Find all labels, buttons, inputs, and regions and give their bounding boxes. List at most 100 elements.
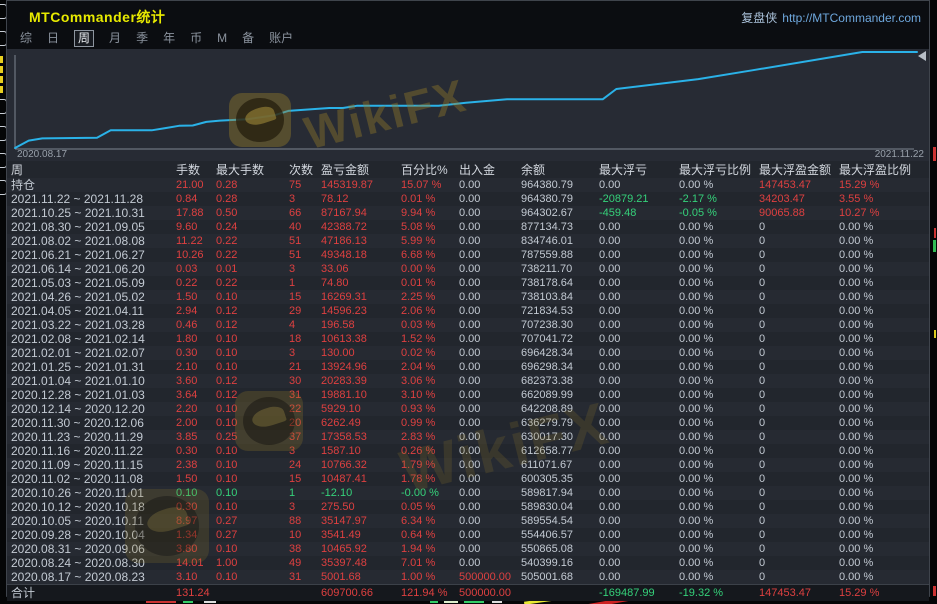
table-cell: -169487.99 <box>599 585 679 601</box>
table-cell: 0.00 % <box>839 542 929 556</box>
table-cell: 0.00 % <box>839 318 929 332</box>
table-cell: 0 <box>759 374 839 388</box>
table-cell: 0.24 <box>216 220 289 234</box>
table-cell: 131.24 <box>176 585 216 601</box>
table-cell: 51 <box>289 234 321 248</box>
table-cell: 1 <box>289 276 321 290</box>
table-cell: 738211.70 <box>521 262 599 276</box>
table-cell: 47186.13 <box>321 234 401 248</box>
table-row[interactable]: 2021.08.30 ~ 2021.09.059.600.244042388.7… <box>7 220 929 234</box>
table-row[interactable]: 2021.08.02 ~ 2021.08.0811.220.225147186.… <box>7 234 929 248</box>
table-row[interactable]: 2020.12.14 ~ 2020.12.202.200.10225929.10… <box>7 402 929 416</box>
brand-url-link[interactable]: http://MTCommander.com <box>782 11 921 25</box>
table-row[interactable]: 2021.06.21 ~ 2021.06.2710.260.225149348.… <box>7 248 929 262</box>
menu-item-综[interactable]: 综 <box>20 31 32 46</box>
background-candle-mark <box>933 147 936 161</box>
menu-item-日[interactable]: 日 <box>47 31 59 46</box>
table-row[interactable]: 2021.03.22 ~ 2021.03.280.460.124196.580.… <box>7 318 929 332</box>
table-row[interactable]: 2021.04.26 ~ 2021.05.021.500.101516269.3… <box>7 290 929 304</box>
table-cell: 540399.16 <box>521 556 599 570</box>
table-row[interactable]: 2021.02.08 ~ 2021.02.141.800.101810613.3… <box>7 332 929 346</box>
menu-item-月[interactable]: 月 <box>109 31 121 46</box>
table-cell: 0.00 <box>599 556 679 570</box>
table-cell: 2021.08.02 ~ 2021.08.08 <box>11 234 176 248</box>
table-cell: 0.28 <box>216 192 289 206</box>
menu-item-年[interactable]: 年 <box>163 31 175 46</box>
table-cell: 1 <box>289 486 321 500</box>
table-cell: 15 <box>289 472 321 486</box>
background-candle-mark <box>934 228 936 238</box>
table-row[interactable]: 2021.01.25 ~ 2021.01.312.100.102113924.9… <box>7 360 929 374</box>
table-cell: 3.10 <box>176 570 216 584</box>
table-cell: 0.00 <box>459 346 521 360</box>
table-row[interactable]: 2021.05.03 ~ 2021.05.090.220.22174.800.0… <box>7 276 929 290</box>
table-cell: 5001.68 <box>321 570 401 584</box>
table-cell: 964380.79 <box>521 192 599 206</box>
column-header: 周 <box>11 163 176 178</box>
table-row[interactable]: 2021.04.05 ~ 2021.04.112.940.122914596.2… <box>7 304 929 318</box>
table-row[interactable]: 2020.12.28 ~ 2021.01.033.640.123119881.1… <box>7 388 929 402</box>
table-cell: 0.00 % <box>839 430 929 444</box>
stats-table: 周手数最大手数次数盈亏金额百分比%出入金余额最大浮亏最大浮亏比例最大浮盈金额最大… <box>7 161 929 598</box>
table-cell: 0.00 % <box>679 276 759 290</box>
chart-edge-arrow-icon[interactable] <box>918 51 926 61</box>
table-cell: 0.00 % <box>679 360 759 374</box>
table-row[interactable]: 持仓21.000.2875145319.8715.07 %0.00964380.… <box>7 178 929 192</box>
menu-item-币[interactable]: 币 <box>190 31 202 46</box>
table-row[interactable]: 2021.10.25 ~ 2021.10.3117.880.506687167.… <box>7 206 929 220</box>
table-row[interactable]: 2021.01.04 ~ 2021.01.103.600.123020283.3… <box>7 374 929 388</box>
table-cell: 0.00 % <box>401 262 459 276</box>
table-cell: 0.00 % <box>839 388 929 402</box>
table-cell: 738178.64 <box>521 276 599 290</box>
table-cell: 10.27 % <box>839 206 929 220</box>
table-cell: 0.00 <box>599 304 679 318</box>
table-cell: 0.00 % <box>679 416 759 430</box>
menu-item-周[interactable]: 周 <box>74 30 94 47</box>
table-cell: 0.00 <box>599 486 679 500</box>
menu-item-M[interactable]: M <box>217 31 227 46</box>
table-cell: 3.64 <box>176 388 216 402</box>
table-cell: 0.00 % <box>679 234 759 248</box>
menu-item-季[interactable]: 季 <box>136 31 148 46</box>
table-cell: 0 <box>759 346 839 360</box>
table-cell: 2020.11.30 ~ 2020.12.06 <box>11 416 176 430</box>
table-cell: 0.46 <box>176 318 216 332</box>
table-row[interactable]: 2021.11.22 ~ 2021.11.280.840.28378.120.0… <box>7 192 929 206</box>
background-toolbar-mark <box>0 66 3 73</box>
table-cell: 15 <box>289 290 321 304</box>
table-cell: 0 <box>759 262 839 276</box>
table-cell: 964302.67 <box>521 206 599 220</box>
table-cell: 0 <box>759 416 839 430</box>
table-row[interactable]: 2021.02.01 ~ 2021.02.070.300.103130.000.… <box>7 346 929 360</box>
table-cell: 0.50 <box>216 206 289 220</box>
column-header: 手数 <box>176 163 216 178</box>
table-cell: 2020.11.16 ~ 2020.11.22 <box>11 444 176 458</box>
table-cell: 0.00 % <box>679 290 759 304</box>
table-cell: 0.00 <box>599 472 679 486</box>
table-cell: 0.00 % <box>679 556 759 570</box>
table-cell: 147453.47 <box>759 178 839 192</box>
window-title-bar[interactable]: MTCommander统计 复盘侠http://MTCommander.com <box>7 1 929 29</box>
table-cell: 5929.10 <box>321 402 401 416</box>
table-cell: 0.01 <box>216 262 289 276</box>
table-cell: 1.50 <box>176 290 216 304</box>
table-cell: 505001.68 <box>521 570 599 584</box>
menu-item-备[interactable]: 备 <box>242 31 254 46</box>
table-row[interactable]: 2021.06.14 ~ 2021.06.200.030.01333.060.0… <box>7 262 929 276</box>
table-cell: 3 <box>289 192 321 206</box>
table-cell: 589830.04 <box>521 500 599 514</box>
menu-item-账户[interactable]: 账户 <box>269 31 293 46</box>
table-row[interactable]: 2020.08.17 ~ 2020.08.233.100.10315001.68… <box>7 570 929 584</box>
table-cell: 0 <box>759 388 839 402</box>
table-cell: 0.00 % <box>679 486 759 500</box>
table-cell: 74.80 <box>321 276 401 290</box>
equity-chart-panel: WikiFX 2020.08.17 2021.11.22 <box>7 49 929 161</box>
table-cell: 0.00 <box>459 556 521 570</box>
table-cell: 2021.10.25 ~ 2021.10.31 <box>11 206 176 220</box>
column-header: 最大浮盈比例 <box>839 163 927 178</box>
table-cell: 0.30 <box>176 444 216 458</box>
table-cell: 40 <box>289 220 321 234</box>
table-cell: 2.94 <box>176 304 216 318</box>
table-cell: 1.50 <box>176 472 216 486</box>
table-cell: 0.00 % <box>679 430 759 444</box>
